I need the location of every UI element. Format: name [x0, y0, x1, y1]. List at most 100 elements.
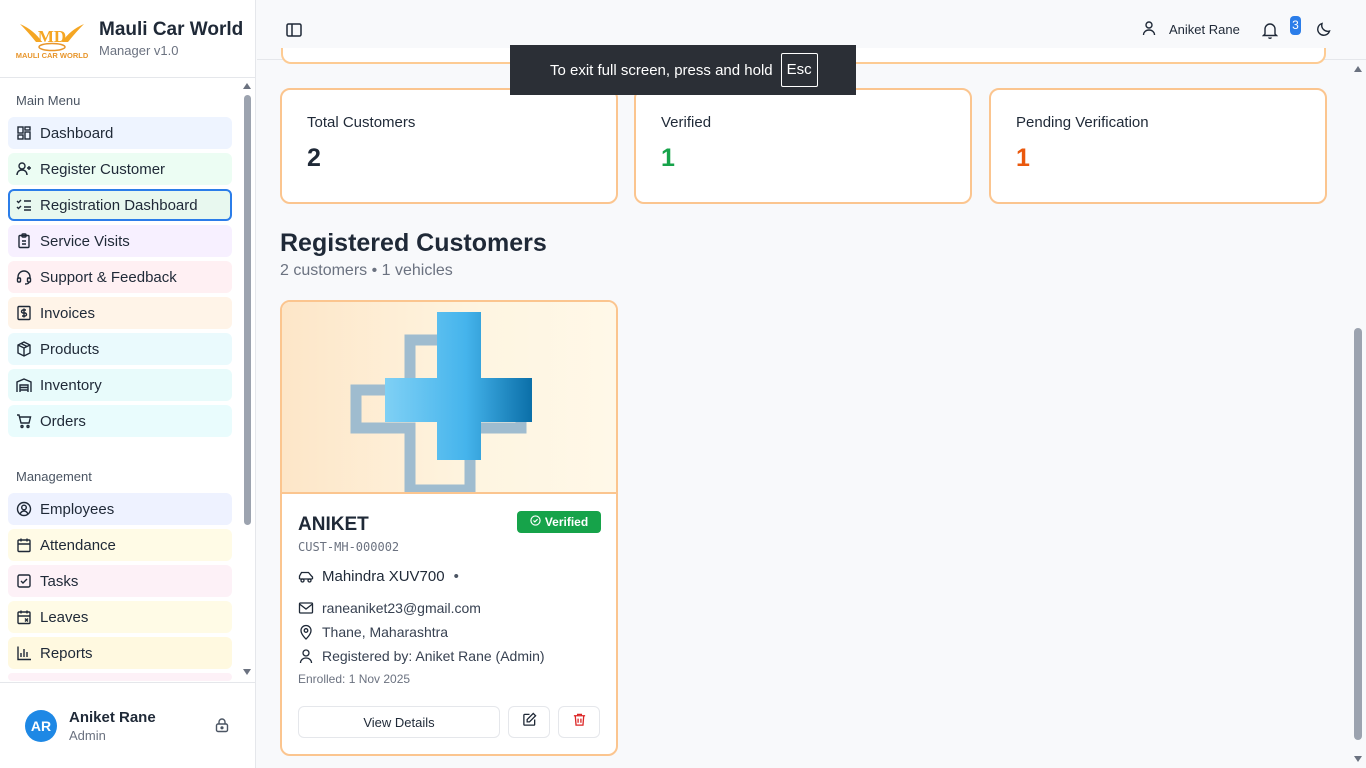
- footer-user-name: Aniket Rane: [69, 708, 156, 726]
- sidebar-item-label: Dashboard: [40, 124, 114, 142]
- checkbox-icon: [16, 573, 32, 589]
- edit-button[interactable]: [508, 706, 550, 738]
- topbar-user-menu[interactable]: Aniket Rane: [1141, 20, 1240, 39]
- clipboard-icon: [16, 233, 32, 249]
- main-scroll-thumb[interactable]: [1354, 328, 1362, 740]
- sidebar-scroll-thumb[interactable]: [244, 95, 251, 525]
- sidebar-item-products[interactable]: Products: [8, 333, 232, 365]
- email-row: raneaniket23@gmail.com: [298, 600, 481, 616]
- sidebar-item-employees[interactable]: Employees: [8, 493, 232, 525]
- brand-version: Manager v1.0: [99, 43, 179, 58]
- user-circle-icon: [16, 501, 32, 517]
- brand-header: MD MAULI CAR WORLD Mauli Car World Manag…: [0, 0, 255, 78]
- lock-icon[interactable]: [214, 717, 230, 738]
- customer-email: raneaniket23@gmail.com: [322, 600, 481, 616]
- customer-name: ANIKET: [298, 514, 369, 535]
- sidebar-item-label: Orders: [40, 412, 86, 430]
- scroll-up-arrow-icon[interactable]: [1354, 66, 1362, 72]
- sidebar-item-service-visits[interactable]: Service Visits: [8, 225, 232, 257]
- footer-user-role: Admin: [69, 727, 106, 743]
- main-scrollbar[interactable]: [1350, 60, 1366, 768]
- sidebar-item-label: Service Visits: [40, 232, 130, 250]
- sidebar-item-reports[interactable]: Reports: [8, 637, 232, 669]
- sidebar-item-label: Register Customer: [40, 160, 166, 178]
- view-details-button[interactable]: View Details: [298, 706, 500, 738]
- sidebar-item-label: Invoices: [40, 304, 96, 322]
- page-title: Registered Customers: [280, 229, 547, 257]
- trash-icon: [572, 712, 587, 732]
- sidebar-item-label: Support & Feedback: [40, 268, 177, 286]
- sidebar-item-register-customer[interactable]: Register Customer: [8, 153, 232, 185]
- stat-label: Pending Verification: [1016, 114, 1149, 131]
- cart-icon: [16, 413, 32, 429]
- sidebar-item-label: Registration Dashboard: [40, 196, 198, 214]
- svg-text:MAULI CAR WORLD: MAULI CAR WORLD: [16, 51, 88, 60]
- sidebar-item-label: Inventory: [40, 376, 102, 394]
- sidebar-item-inventory[interactable]: Inventory: [8, 369, 232, 401]
- calendar-x-icon: [16, 609, 32, 625]
- scroll-down-arrow-icon[interactable]: [1354, 756, 1362, 762]
- avatar: AR: [25, 709, 57, 742]
- location-row: Thane, Maharashtra: [298, 624, 448, 640]
- stat-label: Verified: [661, 114, 712, 131]
- sidebar: MD MAULI CAR WORLD Mauli Car World Manag…: [0, 0, 256, 768]
- headset-icon: [16, 269, 32, 285]
- scroll-down-arrow-icon[interactable]: [243, 669, 251, 675]
- status-badge: Verified: [517, 511, 601, 533]
- user-icon: [298, 648, 314, 664]
- warehouse-icon: [16, 377, 32, 393]
- car-icon: [298, 570, 314, 584]
- sidebar-item-attendance[interactable]: Attendance: [8, 529, 232, 561]
- sidebar-item-dashboard[interactable]: Dashboard: [8, 117, 232, 149]
- sidebar-item-label: Leaves: [40, 608, 89, 626]
- stat-value: 2: [307, 144, 321, 172]
- toast-key: Esc: [780, 53, 818, 87]
- notification-badge: 3: [1290, 16, 1301, 35]
- sidebar-item-label: Products: [40, 340, 100, 358]
- brand-logo: MD MAULI CAR WORLD: [16, 16, 89, 62]
- mail-icon: [298, 601, 314, 615]
- status-badge-label: Verified: [544, 515, 589, 529]
- sidebar-item-registration-dashboard[interactable]: Registration Dashboard: [8, 189, 232, 221]
- sidebar-toggle-icon[interactable]: [285, 21, 303, 44]
- vehicle-name: Mahindra XUV700: [322, 568, 445, 585]
- customer-location: Thane, Maharashtra: [322, 624, 449, 640]
- delete-button[interactable]: [558, 706, 600, 738]
- stat-card-total-customers: Total Customers 2: [280, 88, 618, 204]
- sidebar-scrollbar[interactable]: [240, 79, 254, 681]
- sidebar-item-orders[interactable]: Orders: [8, 405, 232, 437]
- sidebar-item-leaves[interactable]: Leaves: [8, 601, 232, 633]
- map-pin-icon: [298, 624, 314, 640]
- stat-value: 1: [661, 144, 675, 172]
- brand-name: Mauli Car World: [99, 19, 244, 40]
- sidebar-user-profile[interactable]: AR Aniket Rane Admin: [0, 682, 256, 768]
- topbar-user-name: Aniket Rane: [1169, 22, 1240, 37]
- grid-icon: [16, 125, 32, 141]
- user-plus-icon: [16, 161, 32, 177]
- edit-icon: [522, 712, 537, 732]
- bell-icon[interactable]: [1261, 21, 1279, 44]
- bar-chart-icon: [16, 645, 32, 661]
- sidebar-item-invoices[interactable]: Invoices: [8, 297, 232, 329]
- customer-image: [282, 302, 616, 494]
- sidebar-item-partial: [8, 673, 232, 681]
- calendar-icon: [16, 537, 32, 553]
- sidebar-item-label: Reports: [40, 644, 93, 662]
- check-circle-icon: [530, 515, 541, 529]
- sidebar-item-label: Attendance: [40, 536, 116, 554]
- customer-card[interactable]: ANIKET CUST-MH-000002 Verified Mahindra …: [280, 300, 618, 756]
- sidebar-menu: Main Menu Dashboard Register Customer Re…: [0, 79, 256, 681]
- user-icon: [1141, 20, 1157, 39]
- scroll-up-arrow-icon[interactable]: [243, 83, 251, 89]
- dollar-receipt-icon: [16, 305, 32, 321]
- sidebar-item-support-feedback[interactable]: Support & Feedback: [8, 261, 232, 293]
- page-subtitle: 2 customers • 1 vehicles: [280, 262, 453, 279]
- sidebar-item-tasks[interactable]: Tasks: [8, 565, 232, 597]
- stat-card-pending-verification: Pending Verification 1: [989, 88, 1327, 204]
- moon-icon[interactable]: [1316, 21, 1332, 42]
- fullscreen-toast: To exit full screen, press and hold Esc: [510, 45, 856, 95]
- customer-id: CUST-MH-000002: [298, 540, 400, 554]
- package-icon: [16, 341, 32, 357]
- management-label: Management: [16, 469, 92, 484]
- stat-label: Total Customers: [307, 114, 416, 131]
